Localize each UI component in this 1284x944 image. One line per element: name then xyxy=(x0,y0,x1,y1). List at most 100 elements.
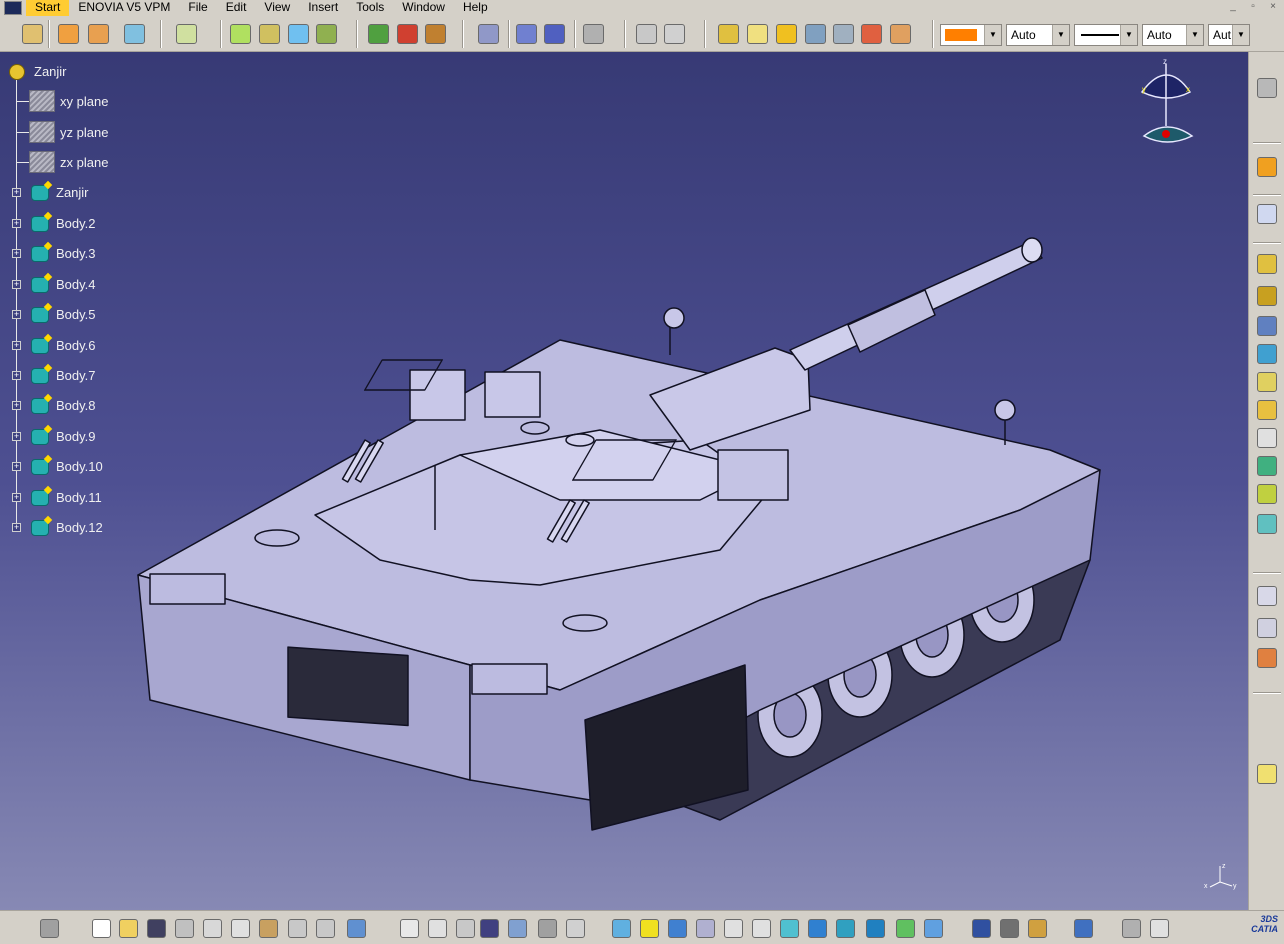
minimize-button[interactable]: _ xyxy=(1224,0,1242,14)
tree-node-body-4[interactable]: Body.4 xyxy=(29,273,96,295)
flag-note-icon[interactable] xyxy=(1257,618,1277,638)
tree-expander[interactable]: + xyxy=(12,188,21,197)
pocket-icon[interactable] xyxy=(1257,286,1277,306)
analysis-icon[interactable] xyxy=(636,24,657,44)
tree-node-body-12[interactable]: Body.12 xyxy=(29,516,103,538)
close-button[interactable]: × xyxy=(1264,0,1282,14)
tree-expander[interactable]: + xyxy=(12,310,21,319)
wireframe-icon[interactable] xyxy=(805,24,826,44)
3d-viewport[interactable]: Zanjir xy plane yz plane zx plane + Zanj… xyxy=(0,52,1248,910)
shading-edges-icon[interactable] xyxy=(747,24,768,44)
slot-icon[interactable] xyxy=(1257,428,1277,448)
normal-view-icon[interactable] xyxy=(780,919,799,938)
hand-icon[interactable] xyxy=(1150,919,1169,938)
tree-node-root[interactable]: Zanjir xyxy=(8,60,67,82)
menu-file[interactable]: File xyxy=(179,0,216,16)
insert-body-icon[interactable] xyxy=(58,24,79,44)
translate-icon[interactable] xyxy=(516,24,537,44)
print-icon[interactable] xyxy=(175,919,194,938)
point-type-combo[interactable]: Aut ▼ xyxy=(1208,24,1250,46)
tree-node-xy-plane[interactable]: xy plane xyxy=(29,90,108,112)
paste-icon[interactable] xyxy=(259,919,278,938)
new-file-icon[interactable] xyxy=(92,919,111,938)
copy-icon[interactable] xyxy=(231,919,250,938)
measure-item-icon[interactable] xyxy=(1000,919,1019,938)
law-icon[interactable] xyxy=(456,919,475,938)
plane-create-icon[interactable] xyxy=(1257,764,1277,784)
point-icon[interactable] xyxy=(1257,707,1277,727)
tree-node-body-3[interactable]: Body.3 xyxy=(29,242,96,264)
knowledge-icon[interactable] xyxy=(428,919,447,938)
multi-section-icon[interactable] xyxy=(1257,456,1277,476)
rib-icon[interactable] xyxy=(1257,400,1277,420)
catalog-icon[interactable] xyxy=(508,919,527,938)
axis-icon[interactable] xyxy=(1178,919,1197,938)
camera-icon[interactable] xyxy=(40,919,59,938)
manual-update-icon[interactable] xyxy=(425,24,446,44)
tree-expander[interactable]: + xyxy=(12,401,21,410)
fly-mode-icon[interactable] xyxy=(612,919,631,938)
tree-node-body-5[interactable]: Body.5 xyxy=(29,303,96,325)
open-file-icon[interactable] xyxy=(119,919,138,938)
tree-expander[interactable]: + xyxy=(12,432,21,441)
multi-view-icon[interactable] xyxy=(808,919,827,938)
menu-start[interactable]: Start xyxy=(26,0,70,16)
scan-icon[interactable] xyxy=(1074,919,1093,938)
fill-color-combo[interactable]: ▼ xyxy=(940,24,1002,46)
tree-node-body-9[interactable]: Body.9 xyxy=(29,425,96,447)
redo-icon[interactable] xyxy=(316,919,335,938)
tree-node-body-8[interactable]: Body.8 xyxy=(29,394,96,416)
help-icon[interactable] xyxy=(347,919,366,938)
swap-space-icon[interactable] xyxy=(924,919,943,938)
apply-material-icon[interactable] xyxy=(566,919,585,938)
pattern-icon[interactable] xyxy=(544,24,565,44)
catia-app-icon[interactable] xyxy=(4,1,22,15)
line-icon[interactable] xyxy=(1257,736,1277,756)
tree-node-body-6[interactable]: Body.6 xyxy=(29,334,96,356)
close-surface-icon[interactable] xyxy=(288,24,309,44)
sketch-icon[interactable] xyxy=(1257,204,1277,224)
render-style-icon[interactable] xyxy=(776,24,797,44)
view-mode-icon[interactable] xyxy=(890,24,911,44)
sew-surface-icon[interactable] xyxy=(316,24,337,44)
tree-expander[interactable]: + xyxy=(12,371,21,380)
measure-inertia-icon[interactable] xyxy=(1028,919,1047,938)
shaft-icon[interactable] xyxy=(1257,316,1277,336)
restore-button[interactable]: ▫ xyxy=(1244,0,1262,14)
pad-icon[interactable] xyxy=(1257,254,1277,274)
insert-solid-icon[interactable] xyxy=(176,24,197,44)
compass-icon[interactable]: z y x xyxy=(1132,58,1202,148)
text-annotation-icon[interactable] xyxy=(1257,586,1277,606)
hide-show-icon[interactable] xyxy=(896,919,915,938)
part-body-icon[interactable] xyxy=(22,24,43,44)
split-icon[interactable] xyxy=(230,24,251,44)
measure-icon[interactable] xyxy=(664,24,685,44)
tree-expander[interactable]: + xyxy=(12,523,21,532)
hole-icon[interactable] xyxy=(1257,372,1277,392)
menu-edit[interactable]: Edit xyxy=(217,0,256,16)
tree-node-yz-plane[interactable]: yz plane xyxy=(29,121,108,143)
menu-view[interactable]: View xyxy=(255,0,299,16)
pan-icon[interactable] xyxy=(668,919,687,938)
zoom-in-icon[interactable] xyxy=(724,919,743,938)
fit-all-icon[interactable] xyxy=(640,919,659,938)
line-type-combo[interactable]: Auto ▼ xyxy=(1006,24,1070,46)
tree-expander[interactable]: + xyxy=(12,493,21,502)
shading-icon[interactable] xyxy=(718,24,739,44)
tree-node-body-11[interactable]: Body.11 xyxy=(29,486,102,508)
sync-icon[interactable] xyxy=(1122,919,1141,938)
menu-help[interactable]: Help xyxy=(454,0,497,16)
cursor-icon[interactable] xyxy=(1257,157,1277,177)
tree-expander[interactable]: + xyxy=(12,341,21,350)
cut-icon[interactable] xyxy=(203,919,222,938)
tree-node-body-zanjir[interactable]: Zanjir xyxy=(29,181,89,203)
line-thickness-combo[interactable]: Auto ▼ xyxy=(1142,24,1204,46)
menu-window[interactable]: Window xyxy=(393,0,454,16)
zoom-out-icon[interactable] xyxy=(752,919,771,938)
hidden-edges-icon[interactable] xyxy=(833,24,854,44)
line-style-combo[interactable]: ▼ xyxy=(1074,24,1138,46)
tree-expander[interactable]: + xyxy=(12,462,21,471)
stiffener-icon[interactable] xyxy=(1257,484,1277,504)
tank-3d-model[interactable] xyxy=(0,52,1248,910)
update-icon[interactable] xyxy=(368,24,389,44)
